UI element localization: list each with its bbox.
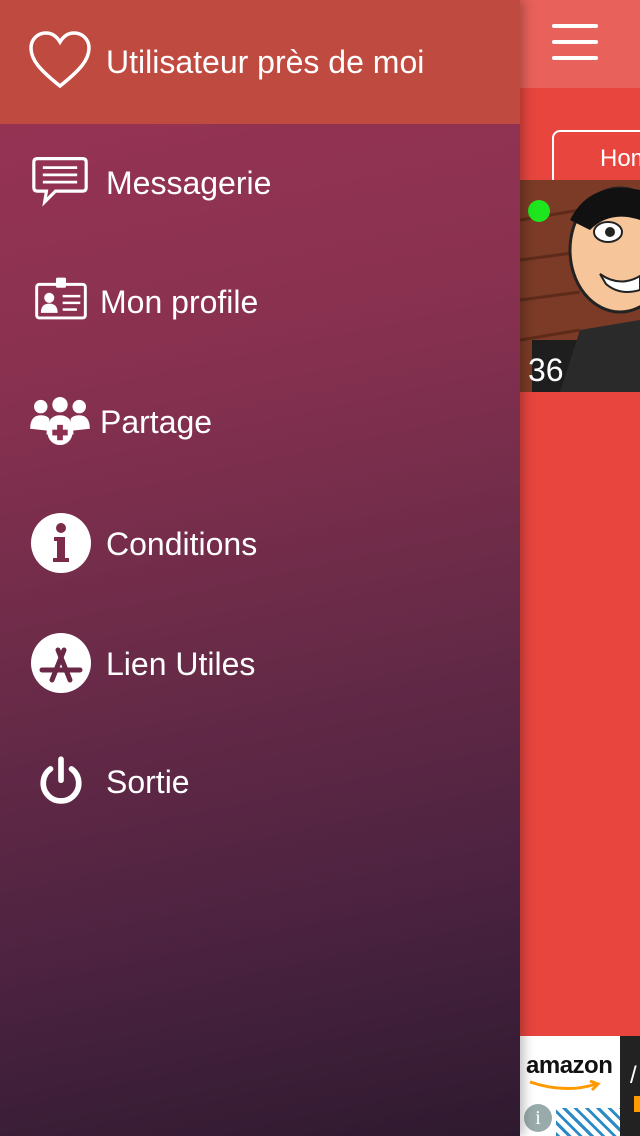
message-icon <box>32 157 88 207</box>
amazon-smile-icon <box>529 1080 601 1092</box>
ad-banner[interactable]: amazon i / <box>520 1036 640 1136</box>
power-icon <box>40 756 82 804</box>
side-drawer: Utilisateur près de moi Messagerie Mon p… <box>0 0 520 1136</box>
hamburger-menu-icon[interactable] <box>552 22 598 62</box>
main-screen: Hom 36 amazon i <box>520 0 640 1136</box>
menu-item-lien-utiles[interactable]: Lien Utiles <box>0 618 520 708</box>
info-icon <box>31 513 91 573</box>
ad-accent-bar <box>634 1096 640 1112</box>
menu-label-partage: Partage <box>100 404 213 440</box>
ad-image <box>556 1108 620 1136</box>
heart-icon <box>29 31 91 89</box>
menu-label-conditions: Conditions <box>106 526 258 562</box>
ad-brand-text: amazon <box>526 1052 613 1079</box>
menu-item-messagerie[interactable]: Messagerie <box>0 137 520 227</box>
user-card[interactable]: 36 <box>520 180 640 392</box>
drawer-header-title: Utilisateur près de moi <box>106 44 425 80</box>
group-add-icon <box>30 396 90 446</box>
amazon-logo: amazon i <box>520 1036 620 1136</box>
app-store-icon <box>31 633 91 693</box>
ad-text-area: / <box>620 1036 640 1136</box>
menu-label-messagerie: Messagerie <box>106 165 272 201</box>
top-bar <box>520 0 640 88</box>
ad-text: / <box>630 1062 637 1089</box>
menu-label-sortie: Sortie <box>106 764 190 800</box>
id-card-icon <box>35 277 87 320</box>
online-status-dot <box>528 200 550 222</box>
menu-item-conditions[interactable]: Conditions <box>0 498 520 588</box>
user-age: 36 <box>528 352 564 388</box>
menu-label-lien-utiles: Lien Utiles <box>106 646 256 682</box>
menu-item-mon-profile[interactable]: Mon profile <box>0 256 520 346</box>
menu-item-partage[interactable]: Partage <box>0 376 520 466</box>
ad-info-icon[interactable]: i <box>524 1104 552 1132</box>
drawer-header-nearby-users[interactable]: Utilisateur près de moi <box>0 0 520 124</box>
menu-label-mon-profile: Mon profile <box>100 284 259 320</box>
menu-item-sortie[interactable]: Sortie <box>0 736 520 826</box>
